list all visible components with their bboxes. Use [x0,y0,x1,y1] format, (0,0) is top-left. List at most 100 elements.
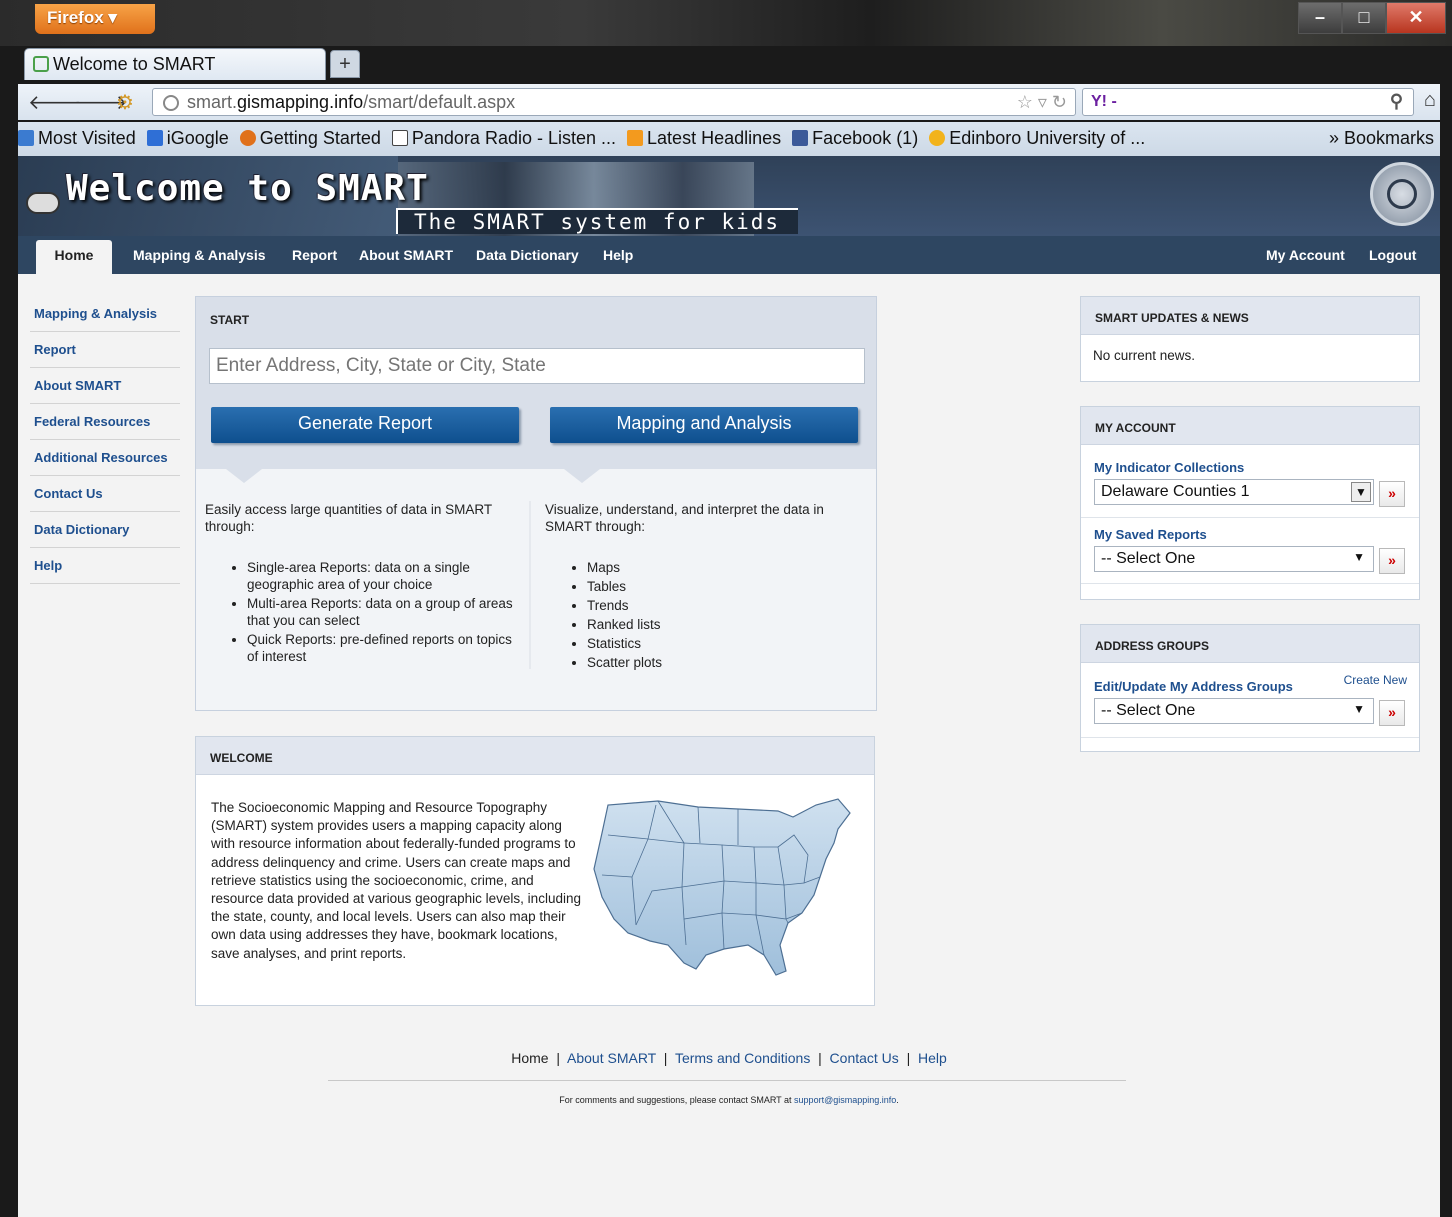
list-item: Single-area Reports: data on a single ge… [247,559,515,593]
main-navigation: Home Mapping & Analysis Report About SMA… [18,236,1440,274]
url-host: gismapping.info [237,92,364,112]
nav-home[interactable]: Home [36,240,112,274]
tab-bar: Welcome to SMART + [18,46,1452,80]
nav-logout[interactable]: Logout [1369,247,1416,263]
footer-link-help[interactable]: Help [918,1050,947,1066]
bookmark-facebook[interactable]: Facebook (1) [792,128,918,149]
sidebar-item-report[interactable]: Report [30,332,180,368]
address-groups-select[interactable]: -- Select One ▼ [1094,698,1374,724]
start-heading: START [210,313,250,327]
sidebar-item-help[interactable]: Help [30,548,180,584]
nav-report[interactable]: Report [292,247,337,263]
bookmark-label: Most Visited [38,128,136,148]
footer-link-home[interactable]: Home [511,1050,548,1066]
browser-tab[interactable]: Welcome to SMART [24,48,326,80]
sidebar-item-data-dictionary[interactable]: Data Dictionary [30,512,180,548]
nav-mapping-analysis[interactable]: Mapping & Analysis [133,247,266,263]
news-body: No current news. [1093,348,1196,363]
dropdown-icon[interactable]: ▿ [1038,92,1047,112]
footer-note: For comments and suggestions, please con… [18,1095,1440,1105]
seal-inner [1387,179,1417,209]
nav-help[interactable]: Help [603,247,633,263]
bookmarks-menu-button[interactable]: » Bookmarks [1329,128,1434,149]
footer-link-terms[interactable]: Terms and Conditions [675,1050,810,1066]
chevron-down-icon: ▼ [1351,482,1371,502]
sidebar-item-mapping-analysis[interactable]: Mapping & Analysis [30,296,180,332]
report-feature-list: Single-area Reports: data on a single ge… [247,559,515,665]
site-title: Welcome to SMART [66,168,429,209]
collections-go-button[interactable]: » [1379,481,1405,507]
home-icon[interactable]: ⌂ [1424,89,1436,112]
start-panel-top: START Generate Report Mapping and Analys… [196,297,876,469]
start-panel: START Generate Report Mapping and Analys… [195,296,877,711]
welcome-panel: WELCOME The Socioeconomic Mapping and Re… [195,736,875,1006]
mapping-analysis-button[interactable]: Mapping and Analysis [550,407,858,443]
news-panel: SMART UPDATES & NEWS No current news. [1080,296,1420,382]
bookmark-label: iGoogle [166,128,229,148]
sidebar-item-about-smart[interactable]: About SMART [30,368,180,404]
mapping-feature-list: Maps Tables Trends Ranked lists Statisti… [587,559,867,671]
bookmark-edinboro[interactable]: Edinboro University of ... [929,128,1145,149]
address-search-input[interactable] [209,348,865,384]
nav-my-account[interactable]: My Account [1266,247,1345,263]
new-tab-button[interactable]: + [330,50,360,78]
list-item: Ranked lists [587,616,867,633]
edinboro-icon [929,130,946,146]
address-groups-go-button[interactable]: » [1379,700,1405,726]
close-window-button[interactable]: ✕ [1386,2,1446,34]
reload-icon[interactable]: ↻ [1052,92,1067,112]
addon-icon[interactable]: ⚙ [116,90,134,115]
saved-reports-select[interactable]: -- Select One ▼ [1094,546,1374,572]
bookmark-igoogle[interactable]: iGoogle [146,128,229,149]
list-item: Maps [587,559,867,576]
footer-link-about[interactable]: About SMART [567,1050,656,1066]
indicator-collections-select[interactable]: Delaware Counties 1 ▼ [1094,479,1374,505]
sidebar-item-additional-resources[interactable]: Additional Resources [30,440,180,476]
search-bar[interactable]: Y! - ⚲ [1082,88,1414,116]
window-titlebar: Firefox ▾ – □ ✕ [0,0,1452,46]
bookmark-getting-started[interactable]: Getting Started [239,128,381,149]
url-bar[interactable]: smart.gismapping.info/smart/default.aspx… [152,88,1076,116]
create-new-link[interactable]: Create New [1344,673,1407,687]
indicator-collections-label: My Indicator Collections [1094,460,1245,475]
bookmark-label: Facebook (1) [812,128,919,148]
divider [1081,583,1419,584]
tab-title: Welcome to SMART [53,54,216,74]
support-email-link[interactable]: support@gismapping.info [794,1095,896,1105]
us-map-image [593,798,851,976]
list-item: Scatter plots [587,654,867,671]
mouse-logo-icon [26,192,60,214]
select-value: -- Select One [1101,550,1196,567]
bookmark-pandora[interactable]: Pandora Radio - Listen ... [391,128,616,149]
bookmark-label: Getting Started [259,128,381,148]
maximize-button[interactable]: □ [1342,2,1386,34]
search-icon[interactable]: ⚲ [1390,91,1403,112]
search-engine-selector[interactable]: Y! - [1091,93,1117,110]
bookmark-latest-headlines[interactable]: Latest Headlines [627,128,781,149]
list-item: Tables [587,578,867,595]
site-banner: Welcome to SMART The SMART system for ki… [18,156,1440,236]
sidebar-item-federal-resources[interactable]: Federal Resources [30,404,180,440]
firefox-menu-button[interactable]: Firefox ▾ [35,4,155,34]
footer-divider [328,1080,1126,1081]
reports-go-button[interactable]: » [1379,548,1405,574]
bookmark-most-visited[interactable]: Most Visited [18,128,136,149]
left-sidebar: Mapping & Analysis Report About SMART Fe… [30,296,180,584]
star-icon[interactable]: ☆ [1017,92,1033,112]
generate-report-button[interactable]: Generate Report [211,407,519,443]
my-account-heading: MY ACCOUNT [1081,407,1419,445]
column-divider [529,501,531,669]
page-content: Welcome to SMART The SMART system for ki… [18,156,1440,1217]
chevron-down-icon: ▼ [1353,550,1365,564]
footer-link-contact[interactable]: Contact Us [830,1050,899,1066]
nav-data-dictionary[interactable]: Data Dictionary [476,247,579,263]
url-prefix: smart. [187,92,238,112]
nav-about-smart[interactable]: About SMART [359,247,453,263]
most-visited-icon [18,130,34,146]
igoogle-icon [146,130,163,146]
minimize-button[interactable]: – [1298,2,1342,34]
sidebar-item-contact-us[interactable]: Contact Us [30,476,180,512]
list-item: Statistics [587,635,867,652]
welcome-body: The Socioeconomic Mapping and Resource T… [211,800,581,961]
site-favicon-icon [33,56,49,72]
